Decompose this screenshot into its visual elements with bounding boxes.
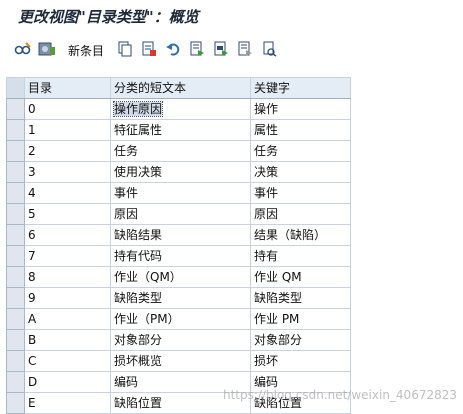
column-header-keyword[interactable]: 关键字 (250, 77, 351, 99)
catalog-code-cell: 1 (24, 119, 111, 141)
short-text-cell[interactable]: 事件 (110, 182, 251, 204)
short-text-cell[interactable]: 作业（QM） (110, 266, 251, 288)
catalog-code-cell: 9 (24, 287, 111, 309)
row-selector[interactable] (6, 287, 25, 309)
page-title: 更改视图"目录类型"：概览 (18, 8, 199, 26)
table-header-row: 目录 分类的短文本 关键字 (6, 77, 351, 99)
keyword-cell[interactable]: 对象部分 (250, 329, 351, 351)
keyword-cell[interactable]: 事件 (250, 182, 351, 204)
keyword-cell[interactable]: 决策 (250, 161, 351, 183)
toolbar: 新条目 (0, 36, 463, 64)
catalog-code-cell: 4 (24, 182, 111, 204)
catalog-code-cell: B (24, 329, 111, 351)
keyword-cell[interactable]: 缺陷位置 (250, 392, 351, 414)
row-selector[interactable] (6, 245, 25, 267)
table-row: 1 特征属性 属性 (6, 119, 351, 141)
table-row: 8 作业（QM） 作业 QM (6, 266, 351, 288)
row-selector[interactable] (6, 140, 25, 162)
catalog-code-cell: 3 (24, 161, 111, 183)
row-selector[interactable] (6, 350, 25, 372)
row-selector[interactable] (6, 182, 25, 204)
keyword-cell[interactable]: 作业 PM (250, 308, 351, 330)
table-row: B 对象部分 对象部分 (6, 329, 351, 351)
delete-icon[interactable] (140, 40, 158, 58)
row-selector[interactable] (6, 371, 25, 393)
copy-icon[interactable] (116, 40, 134, 58)
table-row: D 编码 编码 (6, 371, 351, 393)
table-row: 3 使用决策 决策 (6, 161, 351, 183)
catalog-types-table: 目录 分类的短文本 关键字 0 操作原因 操作 1 特征属性 属性 2 任务 任务 3 使用决… (6, 77, 351, 414)
keyword-cell[interactable]: 结果（缺陷） (250, 224, 351, 246)
short-text-cell[interactable]: 任务 (110, 140, 251, 162)
catalog-code-cell: E (24, 392, 111, 414)
column-header-catalog[interactable]: 目录 (24, 77, 111, 99)
catalog-code-cell: 8 (24, 266, 111, 288)
short-text-cell[interactable]: 缺陷结果 (110, 224, 251, 246)
table-row: 6 缺陷结果 结果（缺陷） (6, 224, 351, 246)
table-row: A 作业（PM） 作业 PM (6, 308, 351, 330)
catalog-code-cell: 7 (24, 245, 111, 267)
keyword-cell[interactable]: 作业 QM (250, 266, 351, 288)
table-row: E 缺陷位置 缺陷位置 (6, 392, 351, 414)
short-text-cell[interactable]: 使用决策 (110, 161, 251, 183)
row-selector[interactable] (6, 161, 25, 183)
short-text-cell[interactable]: 缺陷类型 (110, 287, 251, 309)
catalog-code-cell: A (24, 308, 111, 330)
keyword-cell[interactable]: 损坏 (250, 350, 351, 372)
short-text-cell[interactable]: 缺陷位置 (110, 392, 251, 414)
short-text-cell[interactable]: 原因 (110, 203, 251, 225)
short-text-cell[interactable]: 持有代码 (110, 245, 251, 267)
short-text-cell[interactable]: 对象部分 (110, 329, 251, 351)
select-all-icon[interactable] (188, 40, 206, 58)
table-row: C 损坏概览 损坏 (6, 350, 351, 372)
keyword-cell[interactable]: 持有 (250, 245, 351, 267)
display-change-icon[interactable] (38, 40, 56, 58)
keyword-cell[interactable]: 操作 (250, 98, 351, 120)
table-row: 7 持有代码 持有 (6, 245, 351, 267)
print-icon[interactable] (260, 40, 278, 58)
keyword-cell[interactable]: 原因 (250, 203, 351, 225)
catalog-code-cell: 2 (24, 140, 111, 162)
table-row: 0 操作原因 操作 (6, 98, 351, 120)
row-selector[interactable] (6, 266, 25, 288)
table-row: 5 原因 原因 (6, 203, 351, 225)
table-row: 2 任务 任务 (6, 140, 351, 162)
short-text-value[interactable]: 操作原因 (112, 101, 164, 117)
catalog-code-cell: C (24, 350, 111, 372)
deselect-all-icon[interactable] (236, 40, 254, 58)
table-row: 4 事件 事件 (6, 182, 351, 204)
row-selector[interactable] (6, 119, 25, 141)
row-selector[interactable] (6, 203, 25, 225)
row-selector[interactable] (6, 308, 25, 330)
short-text-cell[interactable]: 操作原因 (110, 98, 251, 120)
table-row: 9 缺陷类型 缺陷类型 (6, 287, 351, 309)
catalog-code-cell: 5 (24, 203, 111, 225)
new-entries-button[interactable]: 新条目 (68, 42, 104, 59)
short-text-cell[interactable]: 编码 (110, 371, 251, 393)
short-text-cell[interactable]: 特征属性 (110, 119, 251, 141)
short-text-cell[interactable]: 作业（PM） (110, 308, 251, 330)
undo-icon[interactable] (164, 40, 182, 58)
keyword-cell[interactable]: 编码 (250, 371, 351, 393)
glasses-edit-icon[interactable] (14, 40, 32, 58)
keyword-cell[interactable]: 缺陷类型 (250, 287, 351, 309)
row-selector[interactable] (6, 98, 25, 120)
select-block-icon[interactable] (212, 40, 230, 58)
keyword-cell[interactable]: 任务 (250, 140, 351, 162)
catalog-code-cell: D (24, 371, 111, 393)
row-selector[interactable] (6, 392, 25, 414)
catalog-code-cell: 6 (24, 224, 111, 246)
short-text-cell[interactable]: 损坏概览 (110, 350, 251, 372)
select-all-rows-cell[interactable] (6, 77, 25, 99)
keyword-cell[interactable]: 属性 (250, 119, 351, 141)
row-selector[interactable] (6, 224, 25, 246)
catalog-code-cell: 0 (24, 98, 111, 120)
row-selector[interactable] (6, 329, 25, 351)
column-header-short-text[interactable]: 分类的短文本 (110, 77, 251, 99)
